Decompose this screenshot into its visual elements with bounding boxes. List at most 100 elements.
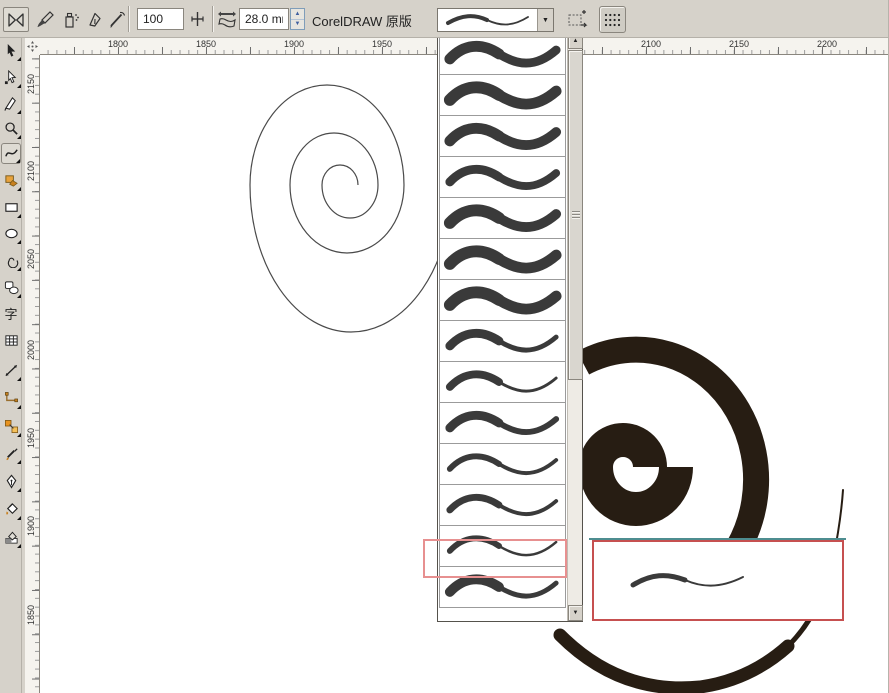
- stroke-width-input[interactable]: [239, 8, 289, 30]
- artistic-stroke-04[interactable]: [439, 156, 566, 198]
- scrollbar-grip: [572, 211, 580, 220]
- eyedropper-tool[interactable]: [1, 443, 21, 464]
- flyout-triangle: [17, 544, 21, 548]
- spinner-up-icon[interactable]: ▲: [291, 9, 304, 20]
- vertical-ruler[interactable]: 2150 2100 2050 2000 1950 1900 1850: [25, 38, 40, 693]
- save-stroke-icon: [568, 9, 587, 27]
- scrollbar-thumb[interactable]: [568, 50, 583, 380]
- stroke-list-scrollbar[interactable]: ▲ ▼: [567, 33, 583, 621]
- ellipse-icon: [4, 228, 18, 239]
- svg-text:字: 字: [4, 307, 17, 322]
- ruler-label: 1900: [283, 39, 305, 49]
- connector-tool[interactable]: [1, 388, 21, 409]
- blend-tool[interactable]: [1, 416, 21, 437]
- artistic-stroke-02[interactable]: [439, 74, 566, 116]
- magnifier-icon: [4, 122, 18, 135]
- ruler-label: 1800: [107, 39, 129, 49]
- connector-icon: [4, 392, 18, 403]
- chevron-down-icon: ▼: [542, 16, 549, 24]
- flyout-triangle: [17, 110, 21, 114]
- scroll-up-icon: ▲: [572, 38, 579, 44]
- ruler-origin-icon: [27, 41, 38, 52]
- brush-mode-button[interactable]: [32, 7, 58, 32]
- flyout-triangle: [17, 267, 21, 271]
- flyout-triangle: [17, 433, 21, 437]
- zoom-tool[interactable]: [1, 118, 21, 139]
- crop-knife-icon: [3, 97, 16, 111]
- fill-tool[interactable]: [1, 499, 21, 520]
- combo-dropdown-button[interactable]: ▼: [537, 9, 553, 31]
- dimension-tool[interactable]: [1, 360, 21, 381]
- ruler-label: 1850: [195, 39, 217, 49]
- stroke-category-label: CorelDRAW 原版: [312, 14, 412, 29]
- stroke-width-icon: [218, 11, 236, 27]
- ruler-label: 2200: [816, 39, 838, 49]
- stroke-width-spinner[interactable]: ▲ ▼: [290, 8, 305, 30]
- artistic-stroke-05[interactable]: [439, 197, 566, 239]
- freehand-tool[interactable]: [1, 143, 21, 164]
- pick-tool[interactable]: [1, 40, 21, 61]
- artistic-stroke-11[interactable]: [439, 443, 566, 485]
- flyout-triangle: [16, 159, 20, 163]
- toolbar-separator: [128, 6, 130, 32]
- basic-shapes-icon: [4, 281, 19, 295]
- coreldraw-window: 1800 1850 1900 1950 2100 2150 2200 2150 2100 205…: [0, 0, 889, 693]
- outline-pen-tool[interactable]: [1, 471, 21, 492]
- pressure-pen-icon: [110, 11, 126, 28]
- callout-stroke-preview: [630, 572, 744, 587]
- ruler-label: 1950: [26, 427, 36, 449]
- flyout-triangle: [17, 84, 21, 88]
- artistic-stroke-01[interactable]: [439, 33, 566, 75]
- artistic-stroke-08[interactable]: [439, 320, 566, 362]
- spiral-tool[interactable]: [1, 250, 21, 271]
- outline-pen-icon: [6, 474, 16, 489]
- smoothing-handle[interactable]: [188, 10, 206, 28]
- selected-stroke-preview: [438, 9, 537, 31]
- smoothing-slider-icon: [190, 12, 204, 26]
- text-tool[interactable]: 字: [1, 303, 21, 324]
- ruler-label: 2100: [640, 39, 662, 49]
- preset-mode-button[interactable]: [3, 7, 29, 32]
- flyout-triangle: [17, 460, 21, 464]
- flyout-triangle: [17, 187, 21, 191]
- artistic-stroke-14[interactable]: [439, 566, 566, 608]
- flyout-triangle: [17, 214, 21, 218]
- spinner-down-icon[interactable]: ▼: [291, 20, 304, 30]
- rectangle-tool[interactable]: [1, 197, 21, 218]
- grid-toggle-button[interactable]: [599, 6, 626, 33]
- sprayer-icon: [64, 12, 79, 28]
- scroll-down-icon: ▼: [572, 610, 579, 616]
- smoothing-input[interactable]: [137, 8, 184, 30]
- ruler-label: 2000: [26, 339, 36, 361]
- eyedropper-icon: [6, 448, 18, 461]
- basic-shapes-tool[interactable]: [1, 277, 21, 298]
- calligraphic-pen-icon: [88, 12, 101, 27]
- flyout-triangle: [17, 516, 21, 520]
- smart-fill-tool[interactable]: [1, 170, 21, 191]
- ellipse-tool[interactable]: [1, 223, 21, 244]
- table-tool[interactable]: [1, 330, 21, 351]
- ruler-label: 2050: [26, 248, 36, 270]
- scroll-down-button[interactable]: ▼: [568, 605, 583, 621]
- stroke-width-control: [217, 9, 237, 29]
- artistic-stroke-07[interactable]: [439, 279, 566, 321]
- flyout-triangle: [17, 294, 21, 298]
- text-tool-icon: 字: [4, 307, 17, 322]
- artistic-stroke-06[interactable]: [439, 238, 566, 280]
- crop-tool[interactable]: [1, 93, 21, 114]
- interactive-fill-tool[interactable]: [1, 527, 21, 548]
- ruler-label: 2150: [26, 73, 36, 95]
- shape-tool[interactable]: [1, 67, 21, 88]
- dimension-line-icon: [4, 364, 17, 377]
- artistic-stroke-03[interactable]: [439, 115, 566, 157]
- artistic-stroke-12[interactable]: [439, 484, 566, 526]
- stroke-combobox[interactable]: ▼: [437, 8, 554, 32]
- flyout-triangle: [17, 377, 21, 381]
- toolbar-separator: [212, 6, 214, 32]
- artistic-stroke-10[interactable]: [439, 402, 566, 444]
- ruler-origin[interactable]: [25, 38, 40, 55]
- artistic-stroke-13[interactable]: [439, 525, 566, 567]
- artistic-stroke-09[interactable]: [439, 361, 566, 403]
- pressure-mode-button[interactable]: [104, 7, 130, 32]
- save-stroke-button[interactable]: [565, 7, 590, 32]
